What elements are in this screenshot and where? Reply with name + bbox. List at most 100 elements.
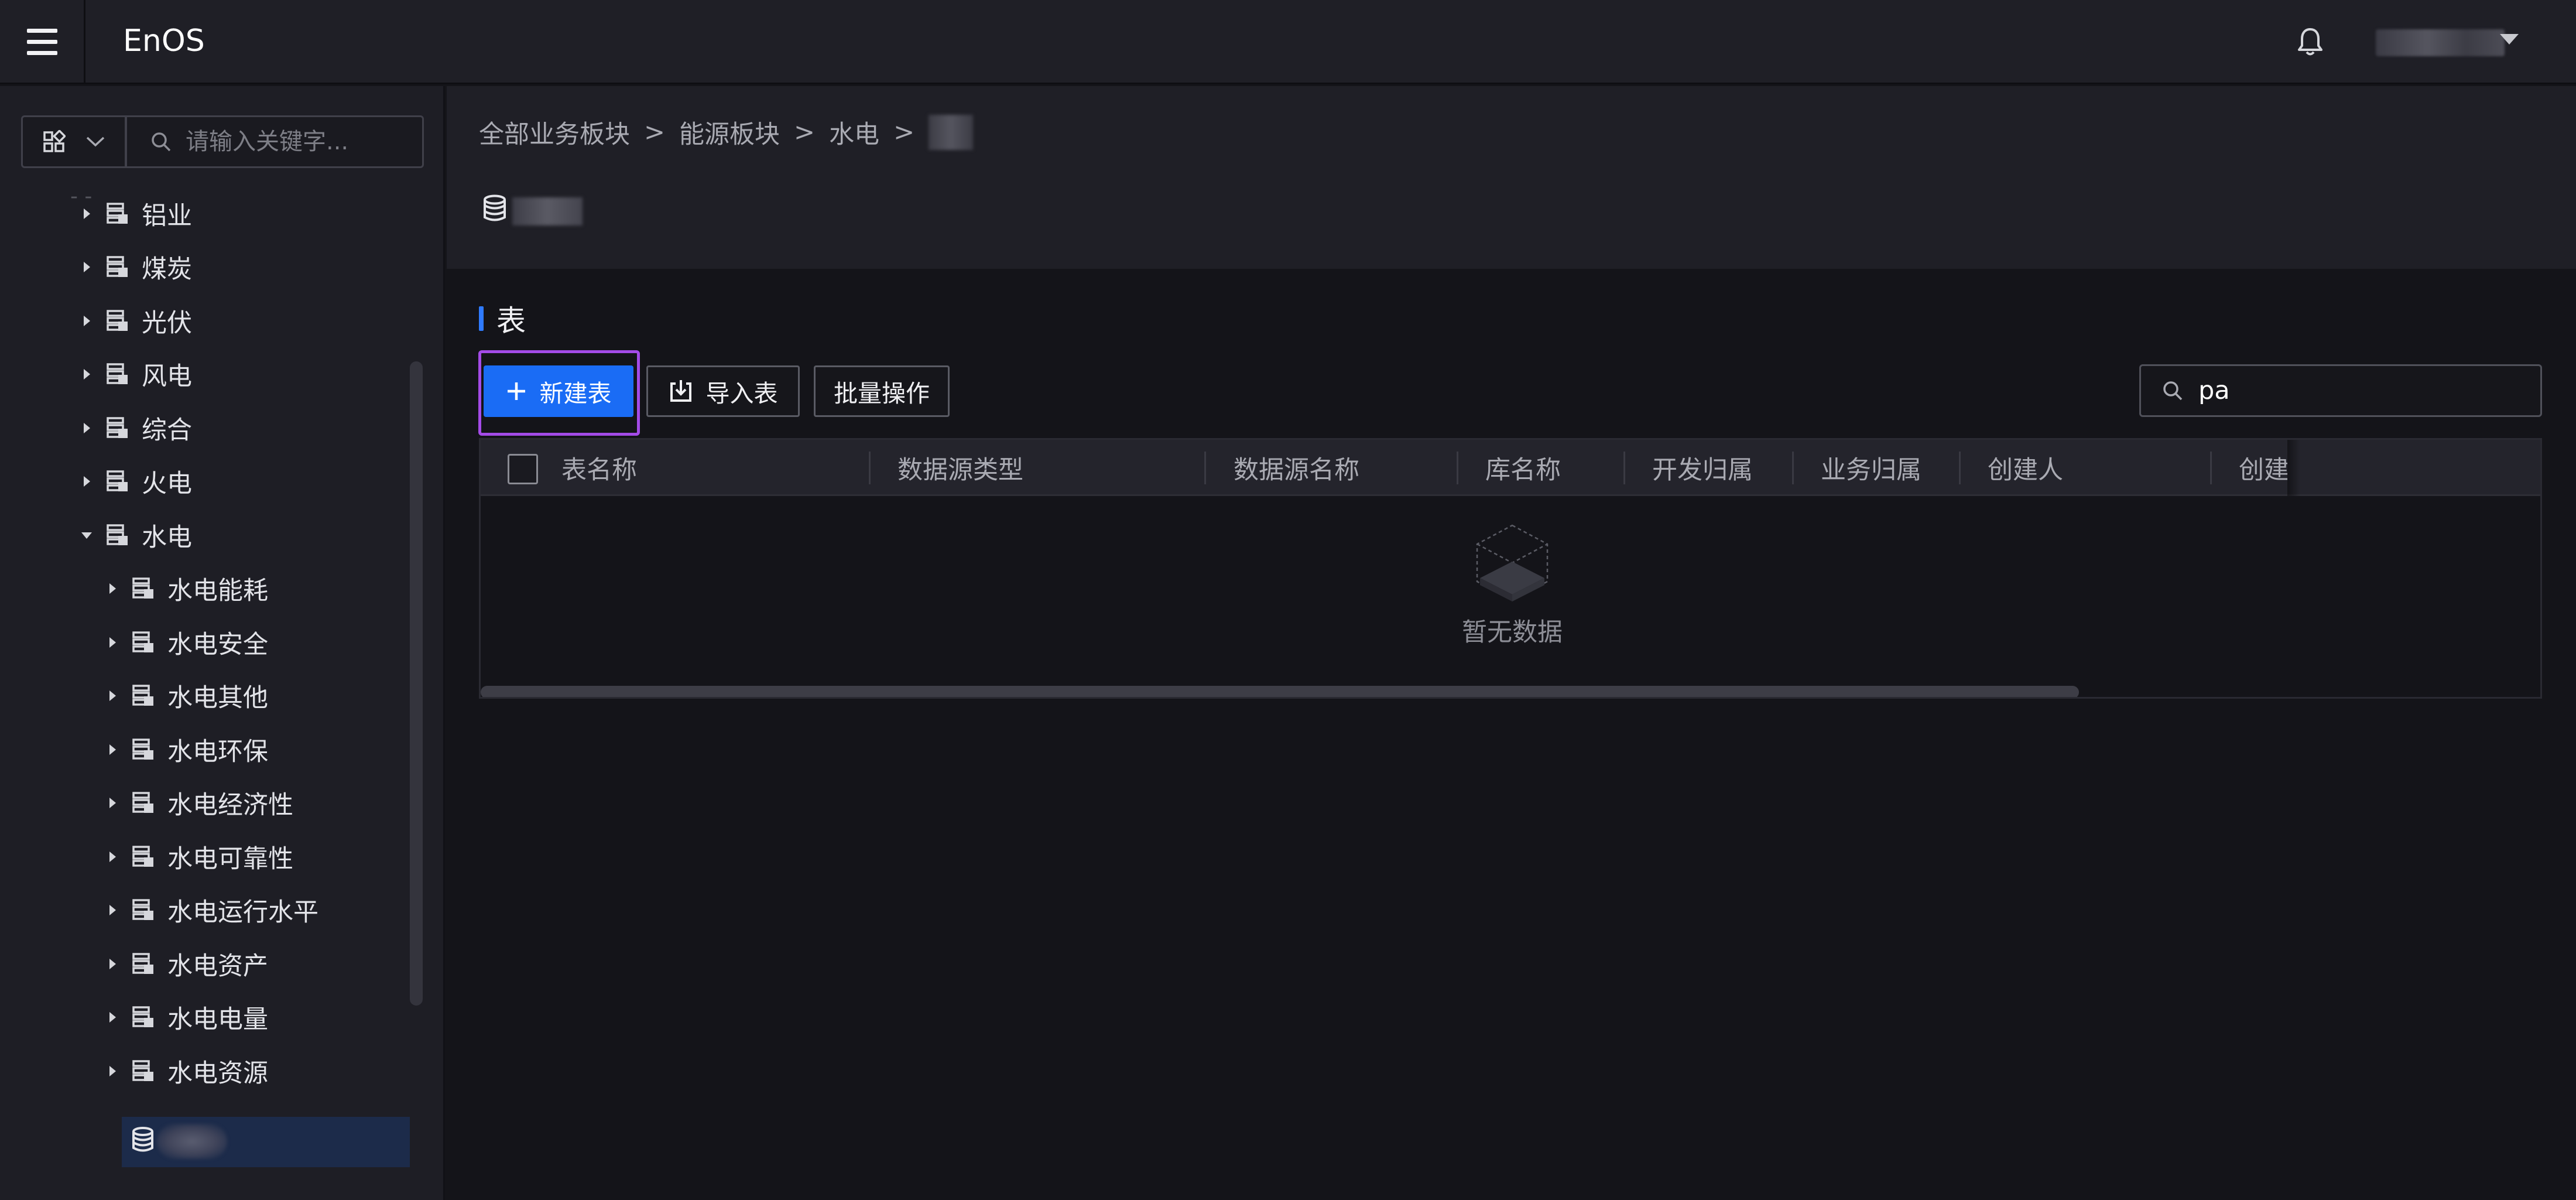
empty-state: 暂无数据	[481, 496, 2540, 678]
caret-right-icon[interactable]	[101, 684, 124, 707]
datasource-name-redacted	[512, 197, 583, 225]
tree-item[interactable]: 水电资源	[101, 1045, 268, 1098]
caret-right-icon[interactable]	[75, 202, 98, 225]
table-folder-icon	[129, 788, 158, 818]
select-all-checkbox[interactable]	[508, 454, 538, 484]
caret-right-icon[interactable]	[75, 255, 98, 279]
tree-item-label: 煤炭	[142, 255, 192, 284]
caret-right-icon[interactable]	[101, 898, 124, 922]
column-divider[interactable]	[2210, 452, 2212, 484]
tree-item[interactable]: 水电可靠性	[101, 830, 293, 883]
column-divider[interactable]	[1457, 452, 1458, 484]
column-divider[interactable]	[869, 452, 871, 484]
column-header[interactable]: 创建人	[1988, 440, 2063, 496]
caret-down-icon[interactable]	[75, 524, 98, 547]
new-table-button[interactable]: 新建表	[484, 365, 633, 417]
caret-right-icon[interactable]	[101, 1059, 124, 1083]
caret-right-icon[interactable]	[101, 845, 124, 869]
caret-right-icon[interactable]	[101, 791, 124, 815]
batch-operations-button[interactable]: 批量操作	[814, 365, 950, 417]
tree-item[interactable]: 光伏	[75, 295, 192, 347]
table-horizontal-scrollbar[interactable]	[481, 686, 2079, 697]
sidebar: - - 铝业 煤炭 光伏 风电 综合 火电	[0, 86, 445, 1200]
column-header[interactable]: 库名称	[1485, 440, 1561, 496]
sidebar-scrollbar[interactable]	[410, 361, 423, 1006]
tree-item[interactable]: 水电经济性	[101, 777, 293, 829]
breadcrumb-separator: >	[644, 118, 666, 147]
tree-item[interactable]: 风电	[75, 348, 192, 401]
search-icon	[152, 132, 171, 152]
tree-item[interactable]: 水电运行水平	[101, 884, 318, 936]
breadcrumb-separator: >	[794, 118, 816, 147]
column-divider[interactable]	[1792, 452, 1794, 484]
table-folder-icon	[129, 628, 158, 657]
column-header[interactable]: 数据源类型	[898, 440, 1023, 496]
caret-right-icon[interactable]	[101, 738, 124, 761]
tree-item[interactable]: 水电能耗	[101, 562, 268, 615]
column-divider[interactable]	[1204, 452, 1206, 484]
menu-button[interactable]	[0, 0, 85, 84]
tree-search-field[interactable]	[125, 115, 424, 168]
tree-item-label: 水电可靠性	[167, 845, 293, 874]
tree-item[interactable]: 水电环保	[101, 723, 268, 776]
caret-right-icon[interactable]	[101, 952, 124, 976]
caret-right-icon[interactable]	[75, 363, 98, 386]
caret-right-icon[interactable]	[101, 577, 124, 600]
grid-icon	[43, 130, 66, 152]
column-header[interactable]: 数据源名称	[1234, 440, 1359, 496]
tree-search-input[interactable]	[186, 128, 408, 155]
caret-right-icon[interactable]	[75, 470, 98, 493]
column-header[interactable]: 创建	[2239, 440, 2287, 496]
tree-item[interactable]: 水电安全	[101, 616, 268, 669]
section-title-text: 表	[496, 304, 526, 338]
tree-item[interactable]: 水电资产	[101, 938, 268, 990]
menu-icon	[26, 29, 57, 55]
table-folder-icon	[129, 735, 158, 764]
table-folder-icon	[129, 1003, 158, 1032]
breadcrumb-item[interactable]: 全部业务板块	[479, 114, 630, 151]
chevron-down-icon[interactable]	[2500, 34, 2519, 45]
tree-item-expanded[interactable]: 水电	[75, 509, 192, 562]
table-search-field[interactable]	[2139, 364, 2542, 417]
table-search-input[interactable]	[2198, 376, 2526, 405]
column-header[interactable]: 表名称	[561, 440, 637, 496]
table-folder-icon	[129, 949, 158, 979]
caret-right-icon[interactable]	[101, 1006, 124, 1029]
table-folder-icon	[103, 467, 132, 496]
chevron-down-icon	[86, 136, 105, 147]
column-header[interactable]: 业务归属	[1821, 440, 1921, 496]
tree-item-label: 水电其他	[167, 683, 268, 713]
column-header[interactable]: 开发归属	[1652, 440, 1753, 496]
view-mode-toggle[interactable]	[21, 115, 126, 168]
breadcrumb-item-redacted	[929, 115, 974, 150]
batch-operations-label: 批量操作	[834, 380, 930, 408]
tree-item[interactable]: 煤炭	[75, 241, 192, 293]
column-divider[interactable]	[1623, 452, 1625, 484]
tree-item-label: 水电	[142, 523, 192, 552]
tree-item[interactable]: 水电其他	[101, 669, 268, 722]
tree-item[interactable]: 火电	[75, 455, 192, 508]
tree-item-label: 综合	[142, 416, 192, 445]
tree-item[interactable]: 水电电量	[101, 991, 268, 1044]
import-icon	[670, 380, 691, 402]
tree-item-label: 光伏	[142, 309, 192, 338]
caret-right-icon[interactable]	[101, 631, 124, 654]
column-divider[interactable]	[1959, 452, 1961, 484]
caret-right-icon[interactable]	[75, 309, 98, 333]
bell-icon[interactable]	[2294, 26, 2327, 59]
table-folder-icon	[129, 574, 158, 603]
caret-right-icon[interactable]	[75, 416, 98, 440]
breadcrumb-item[interactable]: 能源板块	[679, 114, 780, 151]
tree-item[interactable]: 铝业	[75, 187, 192, 240]
empty-box-icon	[1476, 524, 1549, 601]
search-icon	[2163, 381, 2183, 401]
empty-state-text: 暂无数据	[1462, 618, 1563, 647]
breadcrumb: 全部业务板块 > 能源板块 > 水电 >	[479, 114, 974, 151]
table-folder-icon	[129, 895, 158, 925]
import-table-button[interactable]: 导入表	[646, 365, 800, 417]
user-name-redacted[interactable]	[2376, 29, 2505, 56]
table-folder-icon	[103, 521, 132, 550]
tree-item-label: 水电运行水平	[167, 898, 318, 927]
tree-item[interactable]: 综合	[75, 402, 192, 454]
breadcrumb-item[interactable]: 水电	[829, 114, 879, 151]
